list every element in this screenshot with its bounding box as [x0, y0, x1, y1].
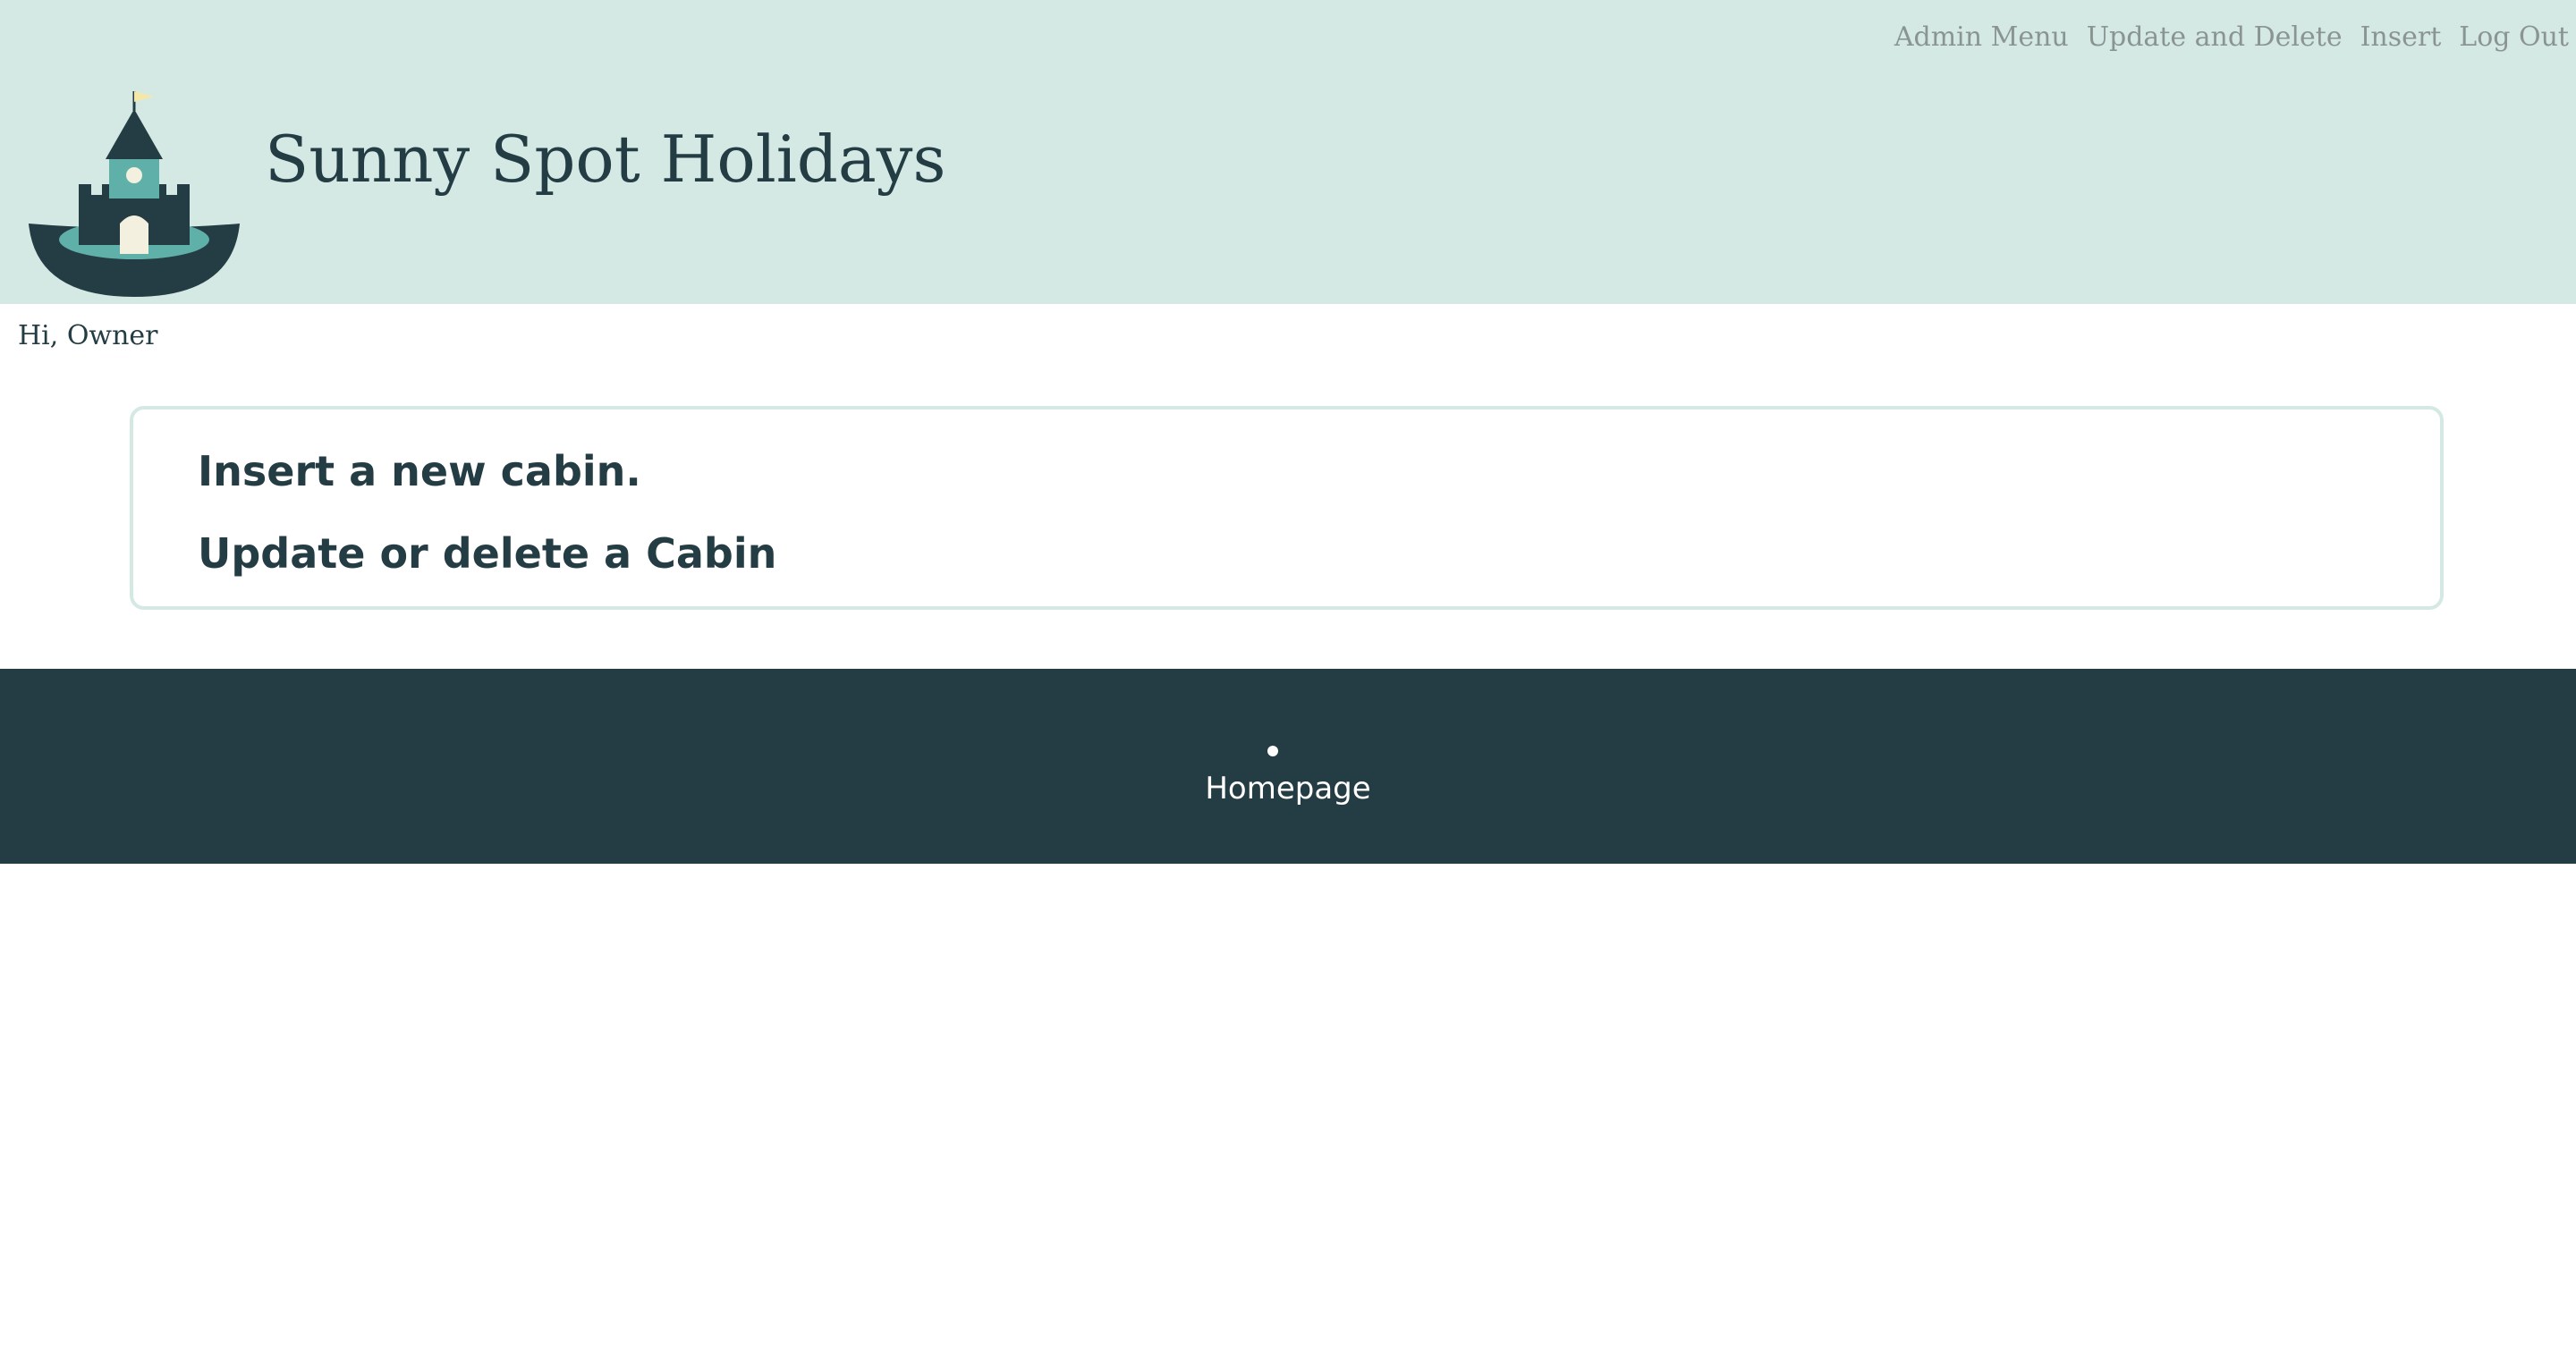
nav-insert[interactable]: Insert: [2360, 21, 2442, 53]
update-delete-cabin-link[interactable]: Update or delete a Cabin: [198, 533, 776, 574]
footer-homepage-link[interactable]: Homepage: [0, 771, 2576, 806]
greeting-text: Hi, Owner: [18, 320, 158, 351]
castle-logo-icon: [29, 91, 240, 297]
site-footer: Homepage: [0, 669, 2576, 864]
insert-cabin-link[interactable]: Insert a new cabin.: [198, 451, 641, 492]
site-title: Sunny Spot Holidays: [265, 122, 946, 197]
footer-link-list: Homepage: [0, 669, 2576, 864]
nav-update-and-delete[interactable]: Update and Delete: [2087, 21, 2343, 53]
admin-panel: Insert a new cabin. Update or delete a C…: [130, 406, 2444, 610]
nav-admin-menu[interactable]: Admin Menu: [1894, 21, 2069, 53]
list-bullet-icon: [1267, 746, 1278, 756]
site-header: Sunny Spot Holidays Admin Menu Update an…: [0, 0, 2576, 304]
nav-log-out[interactable]: Log Out: [2459, 21, 2569, 53]
top-nav: Admin Menu Update and Delete Insert Log …: [1877, 21, 2569, 53]
